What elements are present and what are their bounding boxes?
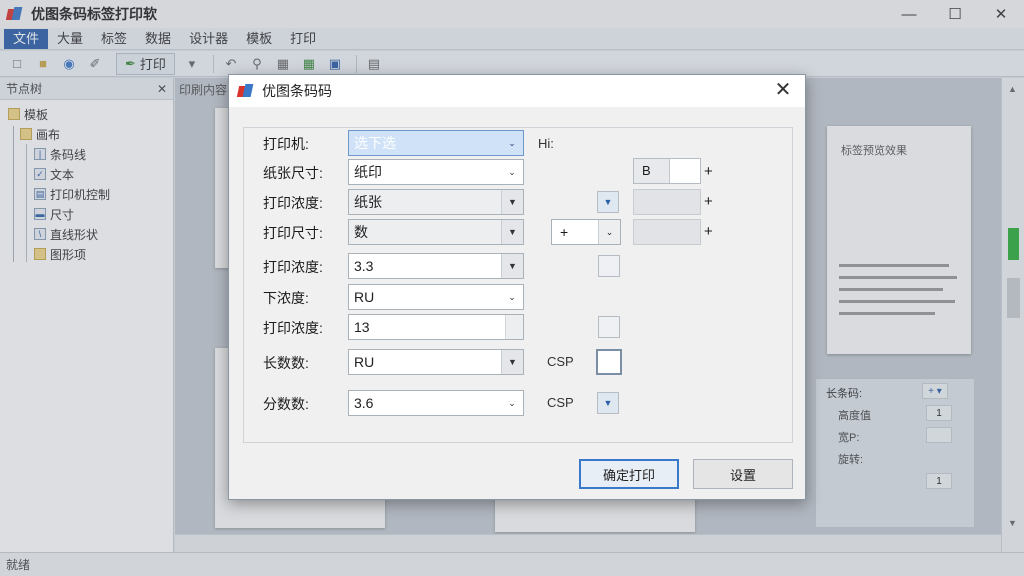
chevron-down-icon: ⌄ bbox=[508, 398, 516, 408]
print-density-label: 打印浓度: bbox=[263, 195, 323, 211]
size-b-label: B bbox=[634, 159, 670, 183]
plus-icon[interactable]: + bbox=[704, 223, 713, 240]
density-label: 打印浓度: bbox=[263, 259, 323, 275]
disabled-input bbox=[633, 189, 701, 215]
print-size-label: 打印尺寸: bbox=[263, 225, 323, 241]
sp-unit-label: CSP bbox=[547, 354, 574, 369]
disabled-checkbox bbox=[598, 255, 620, 277]
lower-density-select[interactable]: RU ⌄ bbox=[348, 284, 524, 310]
paper-size-value: 纸印 bbox=[354, 164, 382, 180]
printer-label: 打印机: bbox=[263, 136, 309, 152]
plus-combo-value: + bbox=[560, 224, 569, 240]
dialog-title-bar: 优图条码码 ✕ bbox=[229, 75, 805, 107]
density-input-value: 13 bbox=[354, 319, 370, 335]
dialog-close-icon[interactable]: ✕ bbox=[771, 79, 795, 103]
dialog-body: 打印机: 选下选 ⌄ Hi: 纸张尺寸: 纸印 ⌄ B + 打印浓度: 纸张 ▼ bbox=[229, 107, 805, 499]
paper-size-select[interactable]: 纸印 ⌄ bbox=[348, 159, 524, 185]
printer-value: 选下选 bbox=[354, 135, 396, 151]
chevron-down-icon: ⌄ bbox=[508, 138, 516, 148]
density-select[interactable]: 3.3 ▼ bbox=[348, 253, 524, 279]
checkbox[interactable] bbox=[596, 349, 622, 375]
chevron-down-icon: ⌄ bbox=[598, 220, 620, 244]
triangle-down-icon: ▼ bbox=[501, 220, 523, 244]
app-logo-icon bbox=[236, 83, 254, 99]
print-size-select[interactable]: 数 ▼ bbox=[348, 219, 524, 245]
sp-unit-label: CSP bbox=[547, 395, 574, 410]
density-label-2: 打印浓度: bbox=[263, 320, 323, 336]
hint-unit: Hi: bbox=[538, 136, 554, 151]
size-b-control[interactable]: B bbox=[633, 158, 701, 184]
print-density-value: 纸张 bbox=[354, 194, 382, 210]
print-size-value: 数 bbox=[354, 224, 368, 240]
triangle-down-icon: ▼ bbox=[501, 350, 523, 374]
lower-density-label: 下浓度: bbox=[263, 290, 309, 306]
dialog-title: 优图条码码 bbox=[262, 83, 332, 99]
print-confirm-button[interactable]: 确定打印 bbox=[579, 459, 679, 489]
density-value: 3.3 bbox=[354, 258, 374, 274]
lower-density-value: RU bbox=[354, 289, 375, 305]
disabled-checkbox bbox=[598, 316, 620, 338]
fraction-count-select[interactable]: 3.6 ⌄ bbox=[348, 390, 524, 416]
long-count-select[interactable]: RU ▼ bbox=[348, 349, 524, 375]
density-input[interactable]: 13 bbox=[348, 314, 524, 340]
chevron-down-icon: ⌄ bbox=[508, 167, 516, 177]
print-settings-dialog: 优图条码码 ✕ 打印机: 选下选 ⌄ Hi: 纸张尺寸: 纸印 ⌄ B + 打印 bbox=[228, 74, 806, 500]
disabled-input bbox=[633, 219, 701, 245]
plus-icon[interactable]: + bbox=[704, 163, 713, 180]
fraction-count-value: 3.6 bbox=[354, 395, 374, 411]
settings-button[interactable]: 设置 bbox=[693, 459, 793, 489]
printer-select[interactable]: 选下选 ⌄ bbox=[348, 130, 524, 156]
dropdown-arrow-button[interactable]: ▼ bbox=[597, 191, 619, 213]
plus-combo[interactable]: + ⌄ bbox=[551, 219, 621, 245]
long-count-value: RU bbox=[354, 354, 375, 370]
long-count-label: 长数数: bbox=[263, 355, 309, 371]
chevron-down-icon: ⌄ bbox=[508, 292, 516, 302]
fraction-count-label: 分数数: bbox=[263, 396, 309, 412]
settings-group: 打印机: 选下选 ⌄ Hi: 纸张尺寸: 纸印 ⌄ B + 打印浓度: 纸张 ▼ bbox=[243, 127, 793, 443]
print-density-select[interactable]: 纸张 ▼ bbox=[348, 189, 524, 215]
triangle-down-icon: ▼ bbox=[501, 190, 523, 214]
paper-size-label: 纸张尺寸: bbox=[263, 165, 323, 181]
triangle-down-icon: ▼ bbox=[501, 254, 523, 278]
plus-icon[interactable]: + bbox=[704, 193, 713, 210]
size-b-input[interactable] bbox=[670, 159, 700, 183]
dropdown-arrow-button[interactable]: ▼ bbox=[597, 392, 619, 414]
input-stub bbox=[505, 315, 523, 339]
